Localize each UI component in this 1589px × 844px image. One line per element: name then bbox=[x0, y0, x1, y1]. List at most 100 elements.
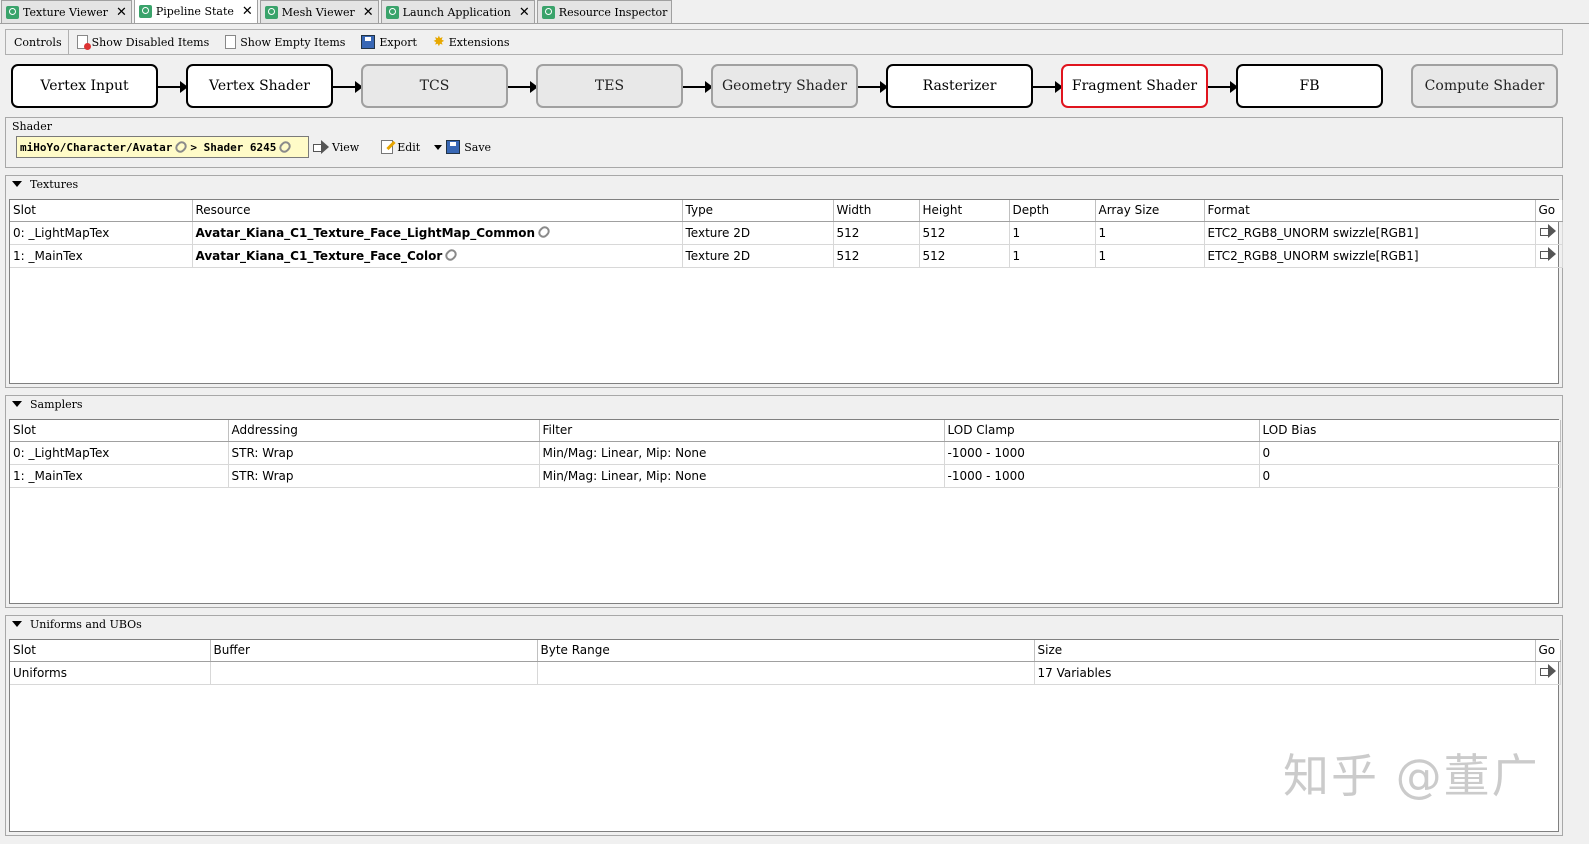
column-header[interactable]: Byte Range bbox=[537, 640, 1035, 662]
edit-label: Edit bbox=[397, 140, 421, 154]
stage-fb[interactable]: FB bbox=[1236, 64, 1383, 108]
column-header[interactable]: Go bbox=[1535, 200, 1563, 222]
column-header[interactable]: Size bbox=[1034, 640, 1536, 662]
tab-label: Texture Viewer bbox=[23, 5, 108, 19]
table-row[interactable]: 1: _MainTex STR: Wrap Min/Mag: Linear, M… bbox=[10, 464, 1561, 488]
tab-label: Resource Inspector bbox=[558, 5, 668, 19]
tab-mesh-viewer[interactable]: Mesh Viewer ✕ bbox=[259, 0, 379, 23]
table-row[interactable]: 0: _LightMapTex STR: Wrap Min/Mag: Linea… bbox=[10, 441, 1561, 465]
tab-texture-viewer[interactable]: Texture Viewer ✕ bbox=[1, 0, 132, 23]
tab-label: Pipeline State bbox=[155, 5, 234, 18]
stage-tcs[interactable]: TCS bbox=[361, 64, 508, 108]
renderdoc-tab-icon bbox=[385, 5, 399, 19]
show-empty-button[interactable]: Show Empty Items bbox=[217, 30, 353, 54]
link-icon[interactable] bbox=[277, 139, 294, 155]
link-icon[interactable] bbox=[443, 246, 460, 263]
table-row[interactable]: 1: _MainTex Avatar_Kiana_C1_Texture_Face… bbox=[10, 244, 1563, 268]
chevron-down-icon[interactable] bbox=[434, 144, 443, 150]
stage-vertex-shader[interactable]: Vertex Shader bbox=[186, 64, 333, 108]
show-disabled-button[interactable]: Show Disabled Items bbox=[69, 30, 218, 54]
cell-slot: 0: _LightMapTex bbox=[10, 441, 229, 465]
cell-addressing: STR: Wrap bbox=[228, 441, 540, 465]
tab-pipeline-state[interactable]: Pipeline State ✕ bbox=[133, 0, 258, 23]
arrow-right-icon bbox=[313, 140, 329, 154]
cell-resource: Avatar_Kiana_C1_Texture_Face_Color bbox=[192, 244, 683, 268]
stage-arrow bbox=[333, 81, 363, 93]
renderdoc-tab-icon bbox=[264, 5, 278, 19]
stage-vertex-input[interactable]: Vertex Input bbox=[11, 64, 158, 108]
shader-id: > Shader 6245 bbox=[190, 140, 277, 154]
column-header[interactable]: Buffer bbox=[210, 640, 538, 662]
stage-tes[interactable]: TES bbox=[536, 64, 683, 108]
stage-geometry-shader[interactable]: Geometry Shader bbox=[711, 64, 858, 108]
column-header[interactable]: Slot bbox=[10, 640, 211, 662]
column-header[interactable]: Height bbox=[919, 200, 1010, 222]
table-row[interactable]: Uniforms 17 Variables bbox=[10, 661, 1561, 685]
textures-group-title[interactable]: Textures bbox=[6, 176, 1562, 192]
column-header[interactable]: Width bbox=[833, 200, 920, 222]
stage-rasterizer[interactable]: Rasterizer bbox=[886, 64, 1033, 108]
column-header[interactable]: Filter bbox=[539, 420, 945, 442]
column-header[interactable]: Slot bbox=[10, 200, 193, 222]
table-row[interactable]: 0: _LightMapTex Avatar_Kiana_C1_Texture_… bbox=[10, 221, 1563, 245]
go-button[interactable] bbox=[1535, 661, 1561, 685]
close-icon[interactable]: ✕ bbox=[363, 5, 374, 20]
cell-filter: Min/Mag: Linear, Mip: None bbox=[539, 441, 945, 465]
go-button[interactable] bbox=[1535, 221, 1563, 245]
samplers-table: Slot Addressing Filter LOD Clamp LOD Bia… bbox=[9, 419, 1561, 604]
view-shader-button[interactable]: View bbox=[313, 140, 360, 154]
textures-group: Textures Slot Resource Type Width Height… bbox=[5, 175, 1563, 388]
stage-fragment-shader[interactable]: Fragment Shader bbox=[1061, 64, 1208, 108]
cell-byte-range bbox=[537, 661, 1035, 685]
save-disk-icon bbox=[361, 35, 376, 49]
stage-label: Geometry Shader bbox=[721, 78, 848, 94]
stage-compute-shader[interactable]: Compute Shader bbox=[1411, 64, 1558, 108]
renderdoc-tab-icon bbox=[138, 5, 152, 18]
column-header[interactable]: Type bbox=[682, 200, 834, 222]
column-header[interactable]: LOD Bias bbox=[1259, 420, 1561, 442]
tab-resource-inspector[interactable]: Resource Inspector bbox=[536, 0, 673, 23]
resource-name: Avatar_Kiana_C1_Texture_Face_LightMap_Co… bbox=[195, 225, 536, 240]
go-button[interactable] bbox=[1535, 244, 1563, 268]
column-header[interactable]: Go bbox=[1535, 640, 1561, 662]
cell-width: 512 bbox=[833, 221, 920, 245]
column-header[interactable]: Slot bbox=[10, 420, 229, 442]
stage-arrow bbox=[1033, 81, 1063, 93]
link-icon[interactable] bbox=[173, 139, 190, 155]
close-icon[interactable]: ✕ bbox=[519, 5, 530, 20]
column-header[interactable]: Resource bbox=[192, 200, 683, 222]
column-header[interactable]: Depth bbox=[1009, 200, 1096, 222]
controls-toolbar: Controls Show Disabled Items Show Empty … bbox=[5, 29, 1563, 55]
close-icon[interactable]: ✕ bbox=[116, 5, 127, 20]
cell-depth: 1 bbox=[1009, 244, 1096, 268]
view-label: View bbox=[332, 140, 360, 154]
column-header[interactable]: Array Size bbox=[1095, 200, 1205, 222]
uniforms-title: Uniforms and UBOs bbox=[30, 617, 142, 631]
stage-label: Vertex Input bbox=[40, 78, 129, 94]
shader-name-field[interactable]: miHoYo/Character/Avatar > Shader 6245 bbox=[16, 136, 309, 158]
collapse-triangle-icon[interactable] bbox=[12, 181, 22, 187]
collapse-triangle-icon[interactable] bbox=[12, 621, 22, 627]
stage-label: Compute Shader bbox=[1424, 78, 1545, 94]
column-header[interactable]: Format bbox=[1204, 200, 1536, 222]
column-header[interactable]: LOD Clamp bbox=[944, 420, 1260, 442]
link-icon[interactable] bbox=[536, 223, 552, 240]
stage-arrow bbox=[158, 81, 188, 93]
cell-slot: 1: _MainTex bbox=[10, 244, 193, 268]
cell-type: Texture 2D bbox=[682, 221, 834, 245]
shader-path: miHoYo/Character/Avatar bbox=[20, 140, 173, 154]
export-button[interactable]: Export bbox=[353, 30, 425, 54]
samplers-group-title[interactable]: Samplers bbox=[6, 396, 1562, 412]
close-icon[interactable]: ✕ bbox=[242, 4, 253, 19]
page-disabled-icon bbox=[76, 35, 91, 50]
column-header[interactable]: Addressing bbox=[228, 420, 540, 442]
collapse-triangle-icon[interactable] bbox=[12, 401, 22, 407]
extensions-button[interactable]: ✸ Extensions bbox=[425, 30, 518, 54]
edit-shader-button[interactable]: Edit bbox=[381, 140, 443, 154]
cell-format: ETC2_RGB8_UNORM swizzle[RGB1] bbox=[1204, 244, 1536, 268]
tab-label: Mesh Viewer bbox=[281, 5, 355, 19]
save-shader-button[interactable]: Save bbox=[446, 140, 491, 154]
uniforms-group-title[interactable]: Uniforms and UBOs bbox=[6, 616, 1562, 632]
tab-launch-application[interactable]: Launch Application ✕ bbox=[380, 0, 535, 23]
save-label: Save bbox=[464, 140, 492, 154]
